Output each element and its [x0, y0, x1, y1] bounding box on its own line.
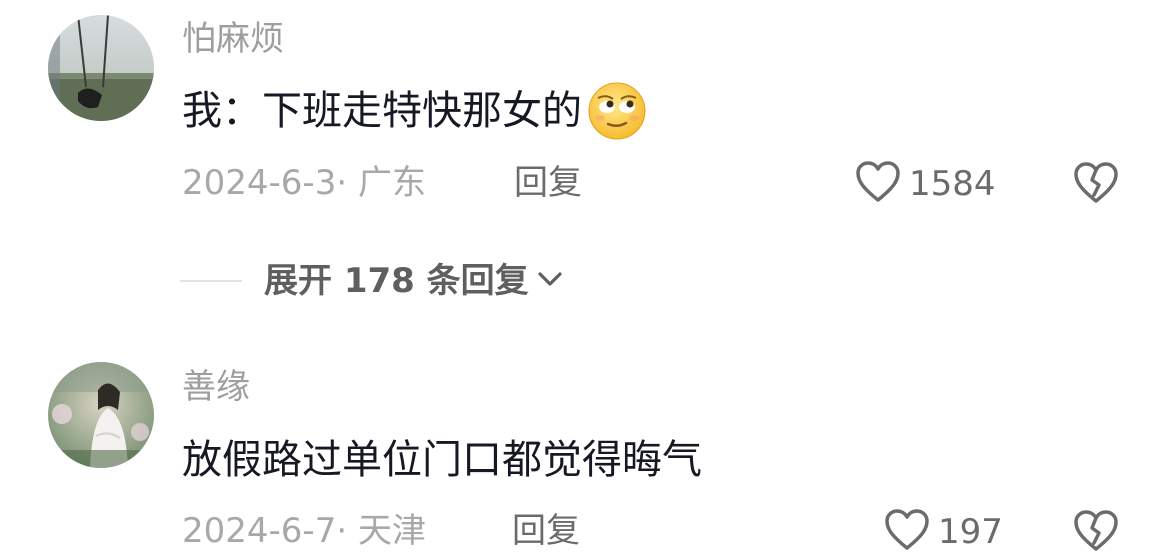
avatar[interactable] [48, 362, 154, 468]
username[interactable]: 善缘 [182, 370, 250, 404]
like-button[interactable]: 1584 [855, 160, 996, 208]
reply-button[interactable]: 回复 [512, 514, 580, 548]
comment-item: 善缘 放假路过单位门口都觉得晦气 2024-6-7· 天津 回复 197 [0, 340, 1170, 554]
divider-line [180, 280, 242, 282]
eye-roll-face-emoji [586, 80, 648, 142]
expand-replies-label: 展开 178 条回复 [264, 261, 529, 301]
like-count: 1584 [909, 164, 996, 204]
username[interactable]: 怕麻烦 [182, 22, 284, 56]
broken-heart-icon [1073, 510, 1119, 557]
comment-text: 我：下班走特快那女的 [182, 80, 648, 142]
dislike-button[interactable] [1073, 509, 1119, 557]
chevron-down-icon [535, 267, 565, 295]
broken-heart-icon [1073, 162, 1119, 209]
like-button[interactable]: 197 [884, 508, 1003, 556]
like-count: 197 [938, 512, 1003, 552]
date-location: 2024-6-7· 天津 [182, 511, 426, 551]
comment-text: 放假路过单位门口都觉得晦气 [182, 438, 702, 482]
comment-item: 怕麻烦 我：下班走特快那女的 2024-6-3· 广东 回复 1584 [0, 0, 1170, 240]
expand-replies-button[interactable]: 展开 178 条回复 [180, 264, 565, 298]
dislike-button[interactable] [1073, 161, 1119, 209]
comment-text-body: 放假路过单位门口都觉得晦气 [182, 437, 702, 483]
heart-outline-icon [855, 160, 901, 208]
comment-text-body: 我：下班走特快那女的 [182, 88, 582, 134]
reply-button[interactable]: 回复 [514, 166, 582, 200]
heart-outline-icon [884, 508, 930, 556]
date-location: 2024-6-3· 广东 [182, 163, 426, 203]
avatar[interactable] [48, 15, 154, 121]
